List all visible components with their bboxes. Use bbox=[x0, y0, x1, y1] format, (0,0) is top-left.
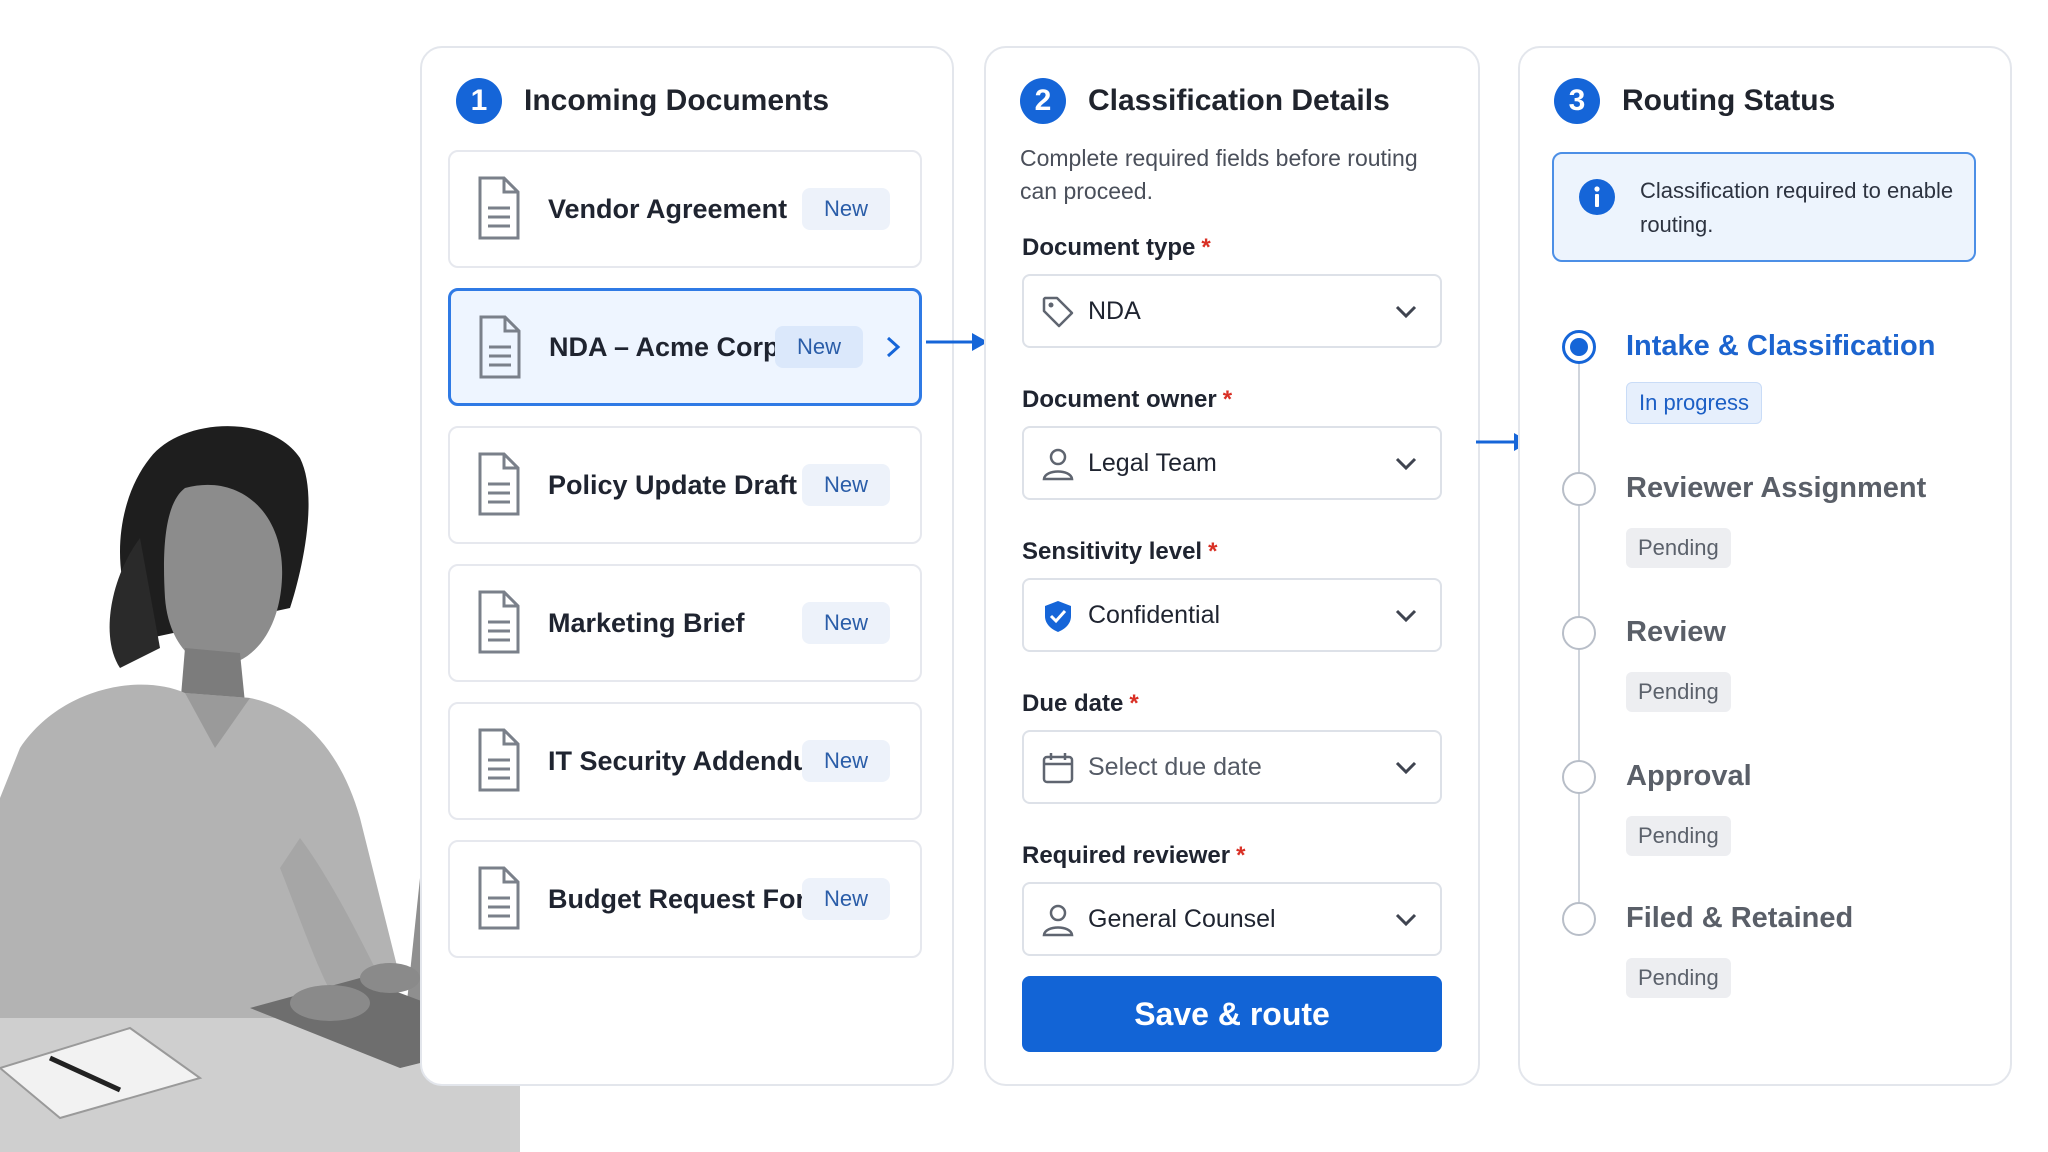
due-date-label: Due date * bbox=[1022, 690, 1139, 717]
new-badge: New bbox=[801, 464, 890, 506]
due-date-select[interactable]: Select due date bbox=[1022, 730, 1442, 804]
chevron-down-icon bbox=[1395, 457, 1417, 471]
document-name: Budget Request Form bbox=[548, 883, 831, 914]
selected-value: Confidential bbox=[1088, 600, 1221, 629]
document-icon bbox=[478, 728, 520, 792]
panel-subtitle: Complete required fields before routing … bbox=[1020, 145, 1418, 204]
document-name: Marketing Brief bbox=[548, 607, 745, 638]
document-item[interactable]: Marketing Brief New bbox=[448, 564, 922, 682]
routing-header: 3 Routing Status bbox=[1554, 78, 1835, 124]
document-list: Vendor Agreement New NDA – Acme Corp New… bbox=[448, 150, 922, 978]
chevron-down-icon bbox=[1395, 761, 1417, 775]
tag-icon bbox=[1042, 296, 1074, 328]
new-badge: New bbox=[801, 740, 890, 782]
notice-text: Classification required to enable routin… bbox=[1640, 178, 1954, 237]
required-marker: * bbox=[1222, 386, 1233, 413]
panel-title: Incoming Documents bbox=[524, 84, 830, 117]
calendar-icon bbox=[1042, 753, 1074, 784]
status-badge: Pending bbox=[1626, 958, 1731, 998]
document-item[interactable]: Policy Update Draft New bbox=[448, 426, 922, 544]
routing-status-panel: 3 Routing Status Classification required… bbox=[1518, 46, 2012, 1086]
selected-value: Legal Team bbox=[1088, 448, 1217, 477]
stage-title: Intake & Classification bbox=[1626, 330, 1936, 362]
new-badge: New bbox=[774, 326, 863, 368]
document-icon bbox=[478, 176, 520, 240]
sensitivity-level-select[interactable]: Confidential bbox=[1022, 578, 1442, 652]
incoming-header: 1 Incoming Documents bbox=[456, 78, 829, 124]
arrow-right-icon bbox=[926, 333, 988, 351]
document-icon bbox=[479, 315, 521, 379]
document-owner-select[interactable]: Legal Team bbox=[1022, 426, 1442, 500]
required-marker: * bbox=[1236, 842, 1246, 869]
shield-check-icon bbox=[1045, 601, 1071, 632]
step-number-badge: 1 bbox=[456, 78, 502, 124]
document-name: Policy Update Draft bbox=[548, 469, 798, 500]
user-icon bbox=[1042, 448, 1074, 481]
info-icon bbox=[1579, 179, 1615, 215]
status-badge: In progress bbox=[1626, 382, 1763, 424]
step-number-badge: 3 bbox=[1554, 78, 1600, 124]
incoming-documents-panel: 1 Incoming Documents Vendor Agreement Ne… bbox=[420, 46, 954, 1086]
routing-notice: Classification required to enable routin… bbox=[1552, 152, 1976, 262]
stage-marker bbox=[1562, 760, 1596, 794]
stage-marker bbox=[1562, 902, 1596, 936]
new-badge: New bbox=[801, 188, 890, 230]
stage-marker-active bbox=[1562, 330, 1596, 364]
required-reviewer-label: Required reviewer * bbox=[1022, 842, 1246, 869]
step-number-badge: 2 bbox=[1020, 78, 1066, 124]
chevron-down-icon bbox=[1395, 913, 1417, 927]
status-badge: Pending bbox=[1626, 816, 1731, 856]
document-item-selected[interactable]: NDA – Acme Corp New bbox=[448, 288, 922, 406]
document-type-select[interactable]: NDA bbox=[1022, 274, 1442, 348]
required-marker: * bbox=[1129, 690, 1139, 717]
stage-title: Reviewer Assignment bbox=[1626, 472, 1927, 504]
document-icon bbox=[478, 452, 520, 516]
selected-value: NDA bbox=[1088, 296, 1141, 325]
document-name: Vendor Agreement bbox=[548, 193, 788, 224]
document-item[interactable]: Budget Request Form New bbox=[448, 840, 922, 958]
stage-marker bbox=[1562, 472, 1596, 506]
save-and-route-button[interactable]: Save & route bbox=[1022, 976, 1442, 1052]
stage-title: Filed & Retained bbox=[1626, 902, 1854, 934]
document-type-label: Document type * bbox=[1022, 234, 1211, 261]
selected-value: General Counsel bbox=[1088, 904, 1276, 933]
status-badge: Pending bbox=[1626, 672, 1731, 712]
panel-title: Routing Status bbox=[1622, 84, 1836, 117]
document-icon bbox=[478, 866, 520, 930]
status-badge: Pending bbox=[1626, 528, 1731, 568]
document-item[interactable]: IT Security Addendum New bbox=[448, 702, 922, 820]
stage-title: Review bbox=[1626, 616, 1726, 648]
chevron-right-icon bbox=[886, 336, 901, 358]
placeholder-value: Select due date bbox=[1088, 752, 1262, 781]
chevron-down-icon bbox=[1395, 609, 1417, 623]
document-item[interactable]: Vendor Agreement New bbox=[448, 150, 922, 268]
panel-title: Classification Details bbox=[1088, 84, 1390, 117]
classification-header: 2 Classification Details bbox=[1020, 78, 1390, 124]
document-owner-label: Document owner * bbox=[1022, 386, 1233, 413]
stage-marker bbox=[1562, 616, 1596, 650]
classification-panel: 2 Classification Details Complete requir… bbox=[984, 46, 1480, 1086]
stage-title: Approval bbox=[1626, 760, 1752, 792]
user-icon bbox=[1042, 904, 1074, 937]
new-badge: New bbox=[801, 602, 890, 644]
chevron-down-icon bbox=[1395, 305, 1417, 319]
document-name: IT Security Addendum bbox=[548, 745, 834, 776]
required-marker: * bbox=[1201, 234, 1211, 261]
document-name: NDA – Acme Corp bbox=[549, 331, 780, 362]
document-icon bbox=[478, 590, 520, 654]
sensitivity-level-label: Sensitivity level * bbox=[1022, 538, 1218, 565]
new-badge: New bbox=[801, 878, 890, 920]
required-marker: * bbox=[1208, 538, 1218, 565]
required-reviewer-select[interactable]: General Counsel bbox=[1022, 882, 1442, 956]
